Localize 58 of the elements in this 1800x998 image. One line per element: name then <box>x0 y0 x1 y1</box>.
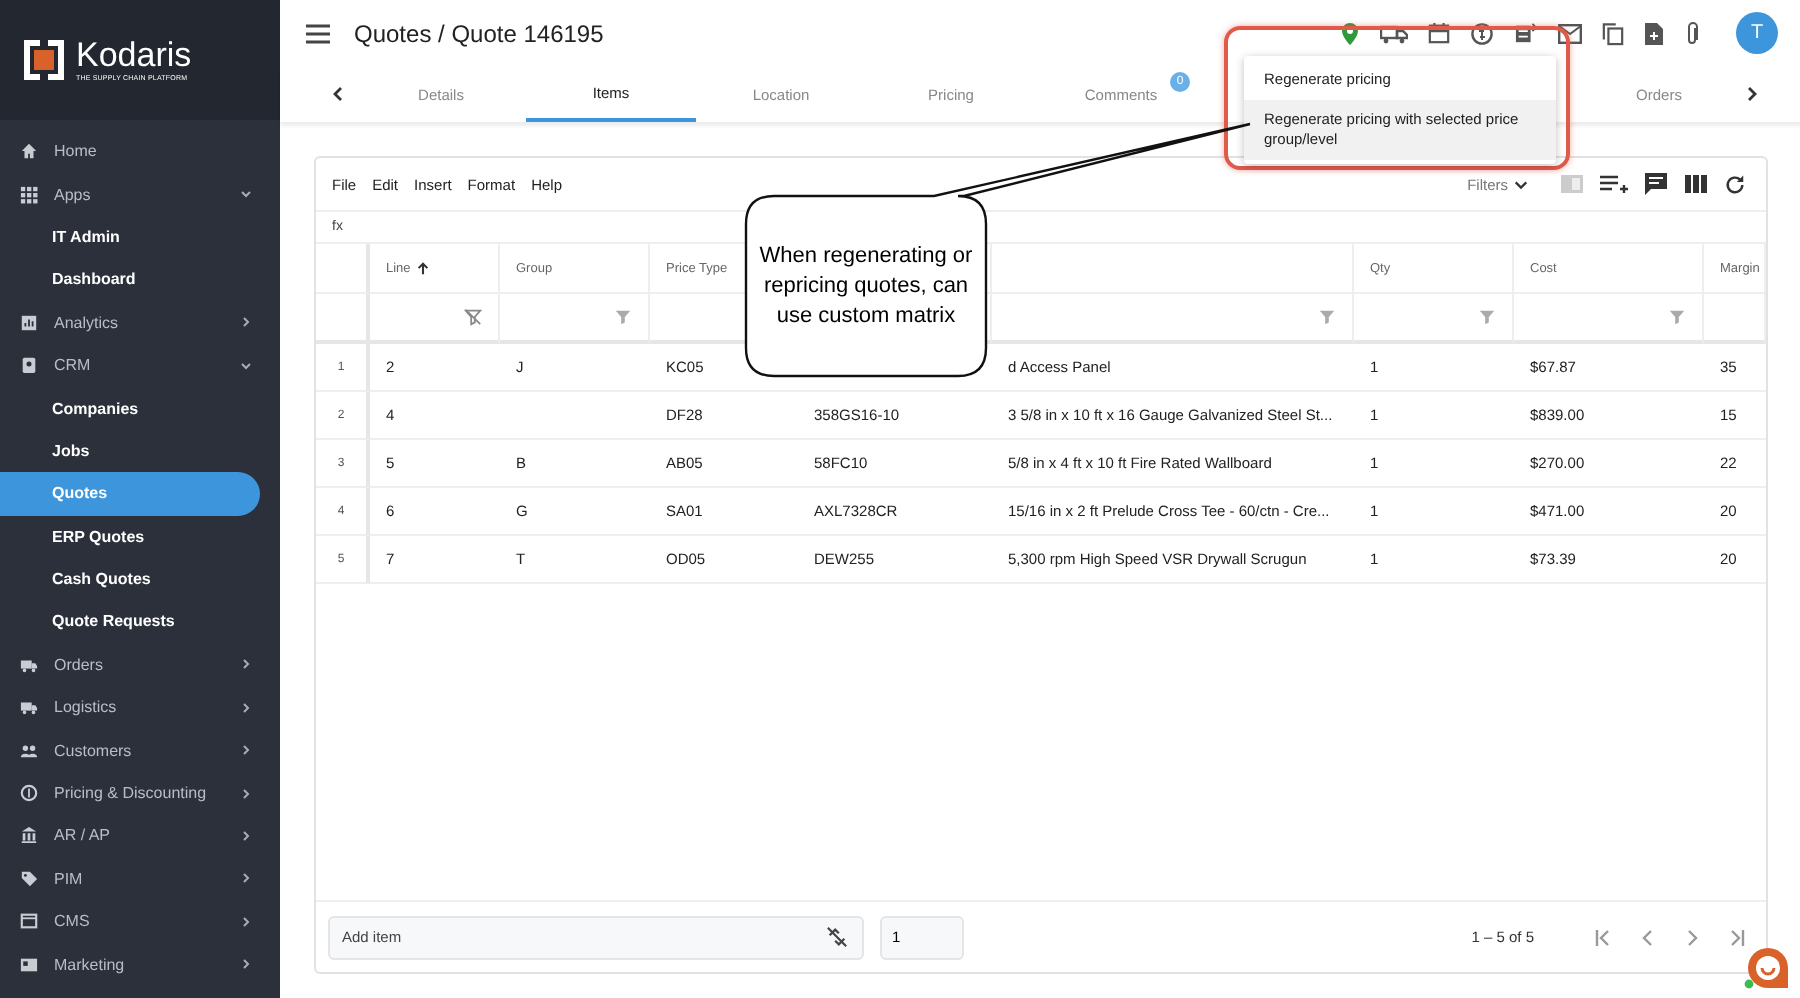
sidebar-item[interactable]: CMS <box>0 900 260 943</box>
sidebar-item[interactable]: ERP Quotes <box>0 515 260 558</box>
truck-icon <box>20 655 38 674</box>
sidebar-item[interactable]: Quote Requests <box>0 600 260 644</box>
link-off-icon[interactable] <box>826 926 848 948</box>
window-icon <box>20 912 38 931</box>
chevron-right-icon[interactable] <box>1744 86 1760 102</box>
sidebar-item[interactable]: Pricing & Discounting <box>0 771 260 815</box>
comment-icon[interactable] <box>1644 172 1668 196</box>
sort-arrow-icon <box>416 261 431 275</box>
home-icon <box>20 142 38 161</box>
grid-icon <box>20 185 38 204</box>
previous-page-icon[interactable] <box>1638 927 1658 947</box>
location-pin-icon[interactable] <box>1340 21 1360 45</box>
last-page-icon[interactable] <box>1726 927 1746 947</box>
truck-icon <box>20 698 38 717</box>
sidebar-item[interactable]: Orders <box>0 643 260 687</box>
next-page-icon[interactable] <box>1682 927 1702 947</box>
sidebar-item[interactable]: Analytics <box>0 301 260 344</box>
paperclip-icon[interactable] <box>1684 21 1700 45</box>
sidebar-item[interactable]: PIM <box>0 857 260 901</box>
logo-name: Kodaris <box>76 38 192 74</box>
card-icon <box>20 955 38 974</box>
filter-off-icon[interactable] <box>464 308 482 326</box>
sync-icon[interactable] <box>1470 21 1494 45</box>
first-page-icon[interactable] <box>1594 927 1614 947</box>
chevron-down-icon <box>1514 177 1528 191</box>
page-title: Quotes / Quote 146195 <box>354 19 604 47</box>
envelope-icon[interactable] <box>1558 23 1582 43</box>
menu-icon[interactable] <box>306 23 330 43</box>
sidebar-item[interactable]: Jobs <box>0 429 260 473</box>
copy-icon[interactable] <box>1602 21 1624 45</box>
columns-icon[interactable] <box>1684 174 1708 194</box>
sidebar-item[interactable]: CRM <box>0 343 260 387</box>
calendar-icon[interactable] <box>1428 22 1450 44</box>
add-row-icon[interactable] <box>1600 174 1628 194</box>
sidebar-item[interactable]: Apps <box>0 172 260 216</box>
refresh-icon[interactable] <box>1724 173 1746 195</box>
badge-icon <box>20 356 38 375</box>
file-icon[interactable] <box>1644 21 1664 45</box>
sidebar-item[interactable]: Logistics <box>0 686 260 729</box>
sidebar-item[interactable]: Cash Quotes <box>0 557 260 601</box>
bank-icon <box>20 826 38 845</box>
sidebar-item[interactable]: Home <box>0 130 260 173</box>
sidebar-item[interactable]: AR / AP <box>0 814 260 858</box>
sidebar-item[interactable]: Companies <box>0 386 260 430</box>
sidebar-item[interactable]: IT Admin <box>0 215 260 259</box>
logo-icon <box>20 36 68 84</box>
chart-icon <box>20 313 38 332</box>
tag-icon <box>20 869 38 888</box>
sidebar-item[interactable]: Marketing <box>0 942 260 986</box>
sidebar-item[interactable]: Customers <box>0 728 260 772</box>
chevron-left-icon[interactable] <box>330 86 346 102</box>
coin-icon <box>20 784 38 803</box>
chat-icon[interactable] <box>1744 944 1792 992</box>
grid-icon[interactable] <box>1514 22 1538 44</box>
sidebar-item[interactable]: Dashboard <box>0 258 260 302</box>
people-icon <box>20 741 38 760</box>
